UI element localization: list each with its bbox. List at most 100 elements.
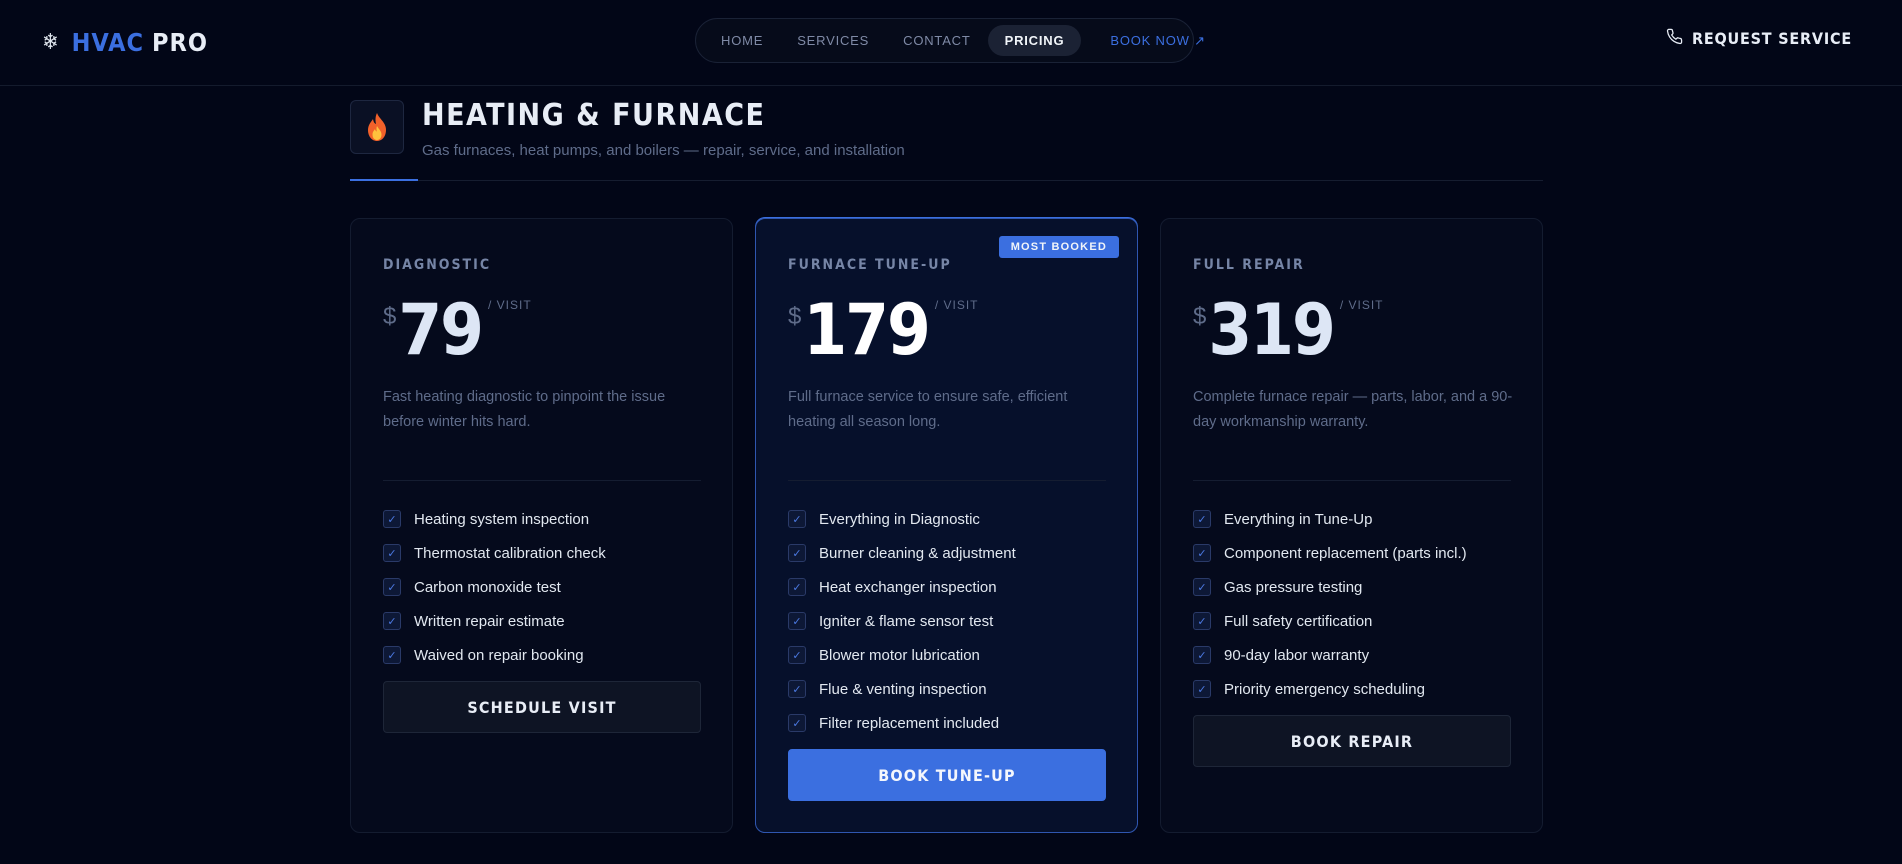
book-repair-button[interactable]: BOOK REPAIR [1193,715,1511,767]
feature-item: ✓ Everything in Tune-Up [1193,502,1467,536]
check-icon: ✓ [383,612,401,630]
nav-item-home[interactable]: HOME [704,25,780,56]
feature-label: Everything in Tune-Up [1224,510,1373,528]
request-service-label: REQUEST SERVICE [1691,29,1852,48]
feature-item: ✓ Heating system inspection [383,502,606,536]
check-icon: ✓ [1193,544,1211,562]
price-currency: $ [1193,303,1207,330]
schedule-visit-button[interactable]: SCHEDULE VISIT [383,681,701,733]
check-icon: ✓ [383,646,401,664]
price-amount: 79 [398,289,484,371]
plan-description: Complete furnace repair — parts, labor, … [1193,389,1513,430]
feature-item: ✓ Waived on repair booking [383,638,606,672]
plan-price: $ 179 / VISIT [788,295,979,365]
snowflake-icon: ❄ [42,29,60,55]
pricing-card-full-repair: FULL REPAIR $ 319 / VISIT Complete furna… [1160,218,1543,833]
price-currency: $ [788,303,802,330]
feature-label: Gas pressure testing [1224,578,1363,596]
check-icon: ✓ [788,714,806,732]
section-divider-accent [350,179,418,181]
feature-item: ✓ Component replacement (parts incl.) [1193,536,1467,570]
feature-label: Burner cleaning & adjustment [819,544,1016,562]
phone-icon [1666,28,1683,49]
check-icon: ✓ [788,544,806,562]
check-icon: ✓ [1193,680,1211,698]
logo[interactable]: ❄ HVAC PRO [42,24,208,60]
section-subtitle: Gas furnaces, heat pumps, and boilers — … [422,142,905,159]
logo-text: PRO [152,27,208,57]
plan-tier: FURNACE TUNE-UP [788,257,952,273]
feature-label: Written repair estimate [414,612,565,630]
feature-item: ✓ Flue & venting inspection [788,672,1016,706]
feature-label: Heat exchanger inspection [819,578,997,596]
flame-icon [350,100,404,154]
feature-item: ✓ Heat exchanger inspection [788,570,1016,604]
plan-tier: DIAGNOSTIC [383,257,492,273]
feature-label: Component replacement (parts incl.) [1224,544,1467,562]
feature-label: Igniter & flame sensor test [819,612,994,630]
feature-item: ✓ Gas pressure testing [1193,570,1467,604]
feature-label: Full safety certification [1224,612,1373,630]
feature-item: ✓ Everything in Diagnostic [788,502,1016,536]
check-icon: ✓ [788,646,806,664]
price-amount: 319 [1208,289,1335,371]
feature-label: Flue & venting inspection [819,680,987,698]
feature-item: ✓ Priority emergency scheduling [1193,672,1467,706]
card-divider [383,480,701,481]
plan-description: Fast heating diagnostic to pinpoint the … [383,389,666,430]
feature-label: Carbon monoxide test [414,578,561,596]
feature-label: Priority emergency scheduling [1224,680,1425,698]
card-divider [788,480,1106,481]
feature-item: ✓ Written repair estimate [383,604,606,638]
book-tune-up-button[interactable]: BOOK TUNE-UP [788,749,1106,801]
feature-label: 90-day labor warranty [1224,646,1370,664]
section-title: HEATING & FURNACE [422,98,766,133]
feature-list: ✓ Everything in Diagnostic ✓ Burner cleani… [788,502,1016,740]
feature-item: ✓ Thermostat calibration check [383,536,606,570]
check-icon: ✓ [1193,578,1211,596]
plan-price: $ 319 / VISIT [1193,295,1384,365]
request-service-button[interactable]: REQUEST SERVICE [1666,28,1852,49]
feature-item: ✓ Burner cleaning & adjustment [788,536,1016,570]
feature-item: ✓ Carbon monoxide test [383,570,606,604]
card-divider [1193,480,1511,481]
price-unit: / VISIT [488,298,532,312]
feature-label: Thermostat calibration check [414,544,606,562]
price-unit: / VISIT [1339,298,1384,312]
check-icon: ✓ [1193,612,1211,630]
feature-label: Blower motor lubrication [819,646,980,664]
most-booked-badge: MOST BOOKED [998,236,1119,258]
nav-item-services[interactable]: SERVICES [780,25,886,56]
price-amount: 179 [803,289,930,371]
section-divider [350,180,1543,181]
nav-item-pricing[interactable]: PRICING [987,25,1082,56]
check-icon: ✓ [788,510,806,528]
plan-tier: FULL REPAIR [1193,257,1305,273]
check-icon: ✓ [788,680,806,698]
feature-label: Waived on repair booking [414,646,584,664]
price-currency: $ [383,303,397,330]
site-header: ❄ HVAC PRO HOME SERVICES CONTACT PRICING… [0,0,1902,86]
feature-item: ✓ Blower motor lubrication [788,638,1016,672]
feature-item: ✓ Igniter & flame sensor test [788,604,1016,638]
feature-item: ✓ 90-day labor warranty [1193,638,1467,672]
price-unit: / VISIT [934,298,979,312]
nav-item-contact[interactable]: CONTACT [886,25,987,56]
plan-price: $ 79 / VISIT [383,295,532,365]
check-icon: ✓ [1193,646,1211,664]
feature-label: Everything in Diagnostic [819,510,980,528]
plan-description: Full furnace service to ensure safe, eff… [788,389,1068,430]
feature-list: ✓ Heating system inspection ✓ Thermostat c… [383,502,606,672]
pricing-card-diagnostic: DIAGNOSTIC $ 79 / VISIT Fast heating dia… [350,218,733,833]
check-icon: ✓ [788,612,806,630]
feature-item: ✓ Filter replacement included [788,706,1016,740]
logo-accent-text: HVAC [71,27,145,57]
main-nav: HOME SERVICES CONTACT PRICING BOOK NOW ↗ [695,18,1205,63]
check-icon: ✓ [383,578,401,596]
feature-label: Heating system inspection [414,510,590,528]
check-icon: ✓ [1193,510,1211,528]
nav-book-now-link[interactable]: BOOK NOW ↗ [1093,25,1222,57]
feature-item: ✓ Full safety certification [1193,604,1467,638]
pricing-card-tune-up: MOST BOOKED FURNACE TUNE-UP $ 179 / VISI… [755,218,1138,833]
check-icon: ✓ [383,544,401,562]
